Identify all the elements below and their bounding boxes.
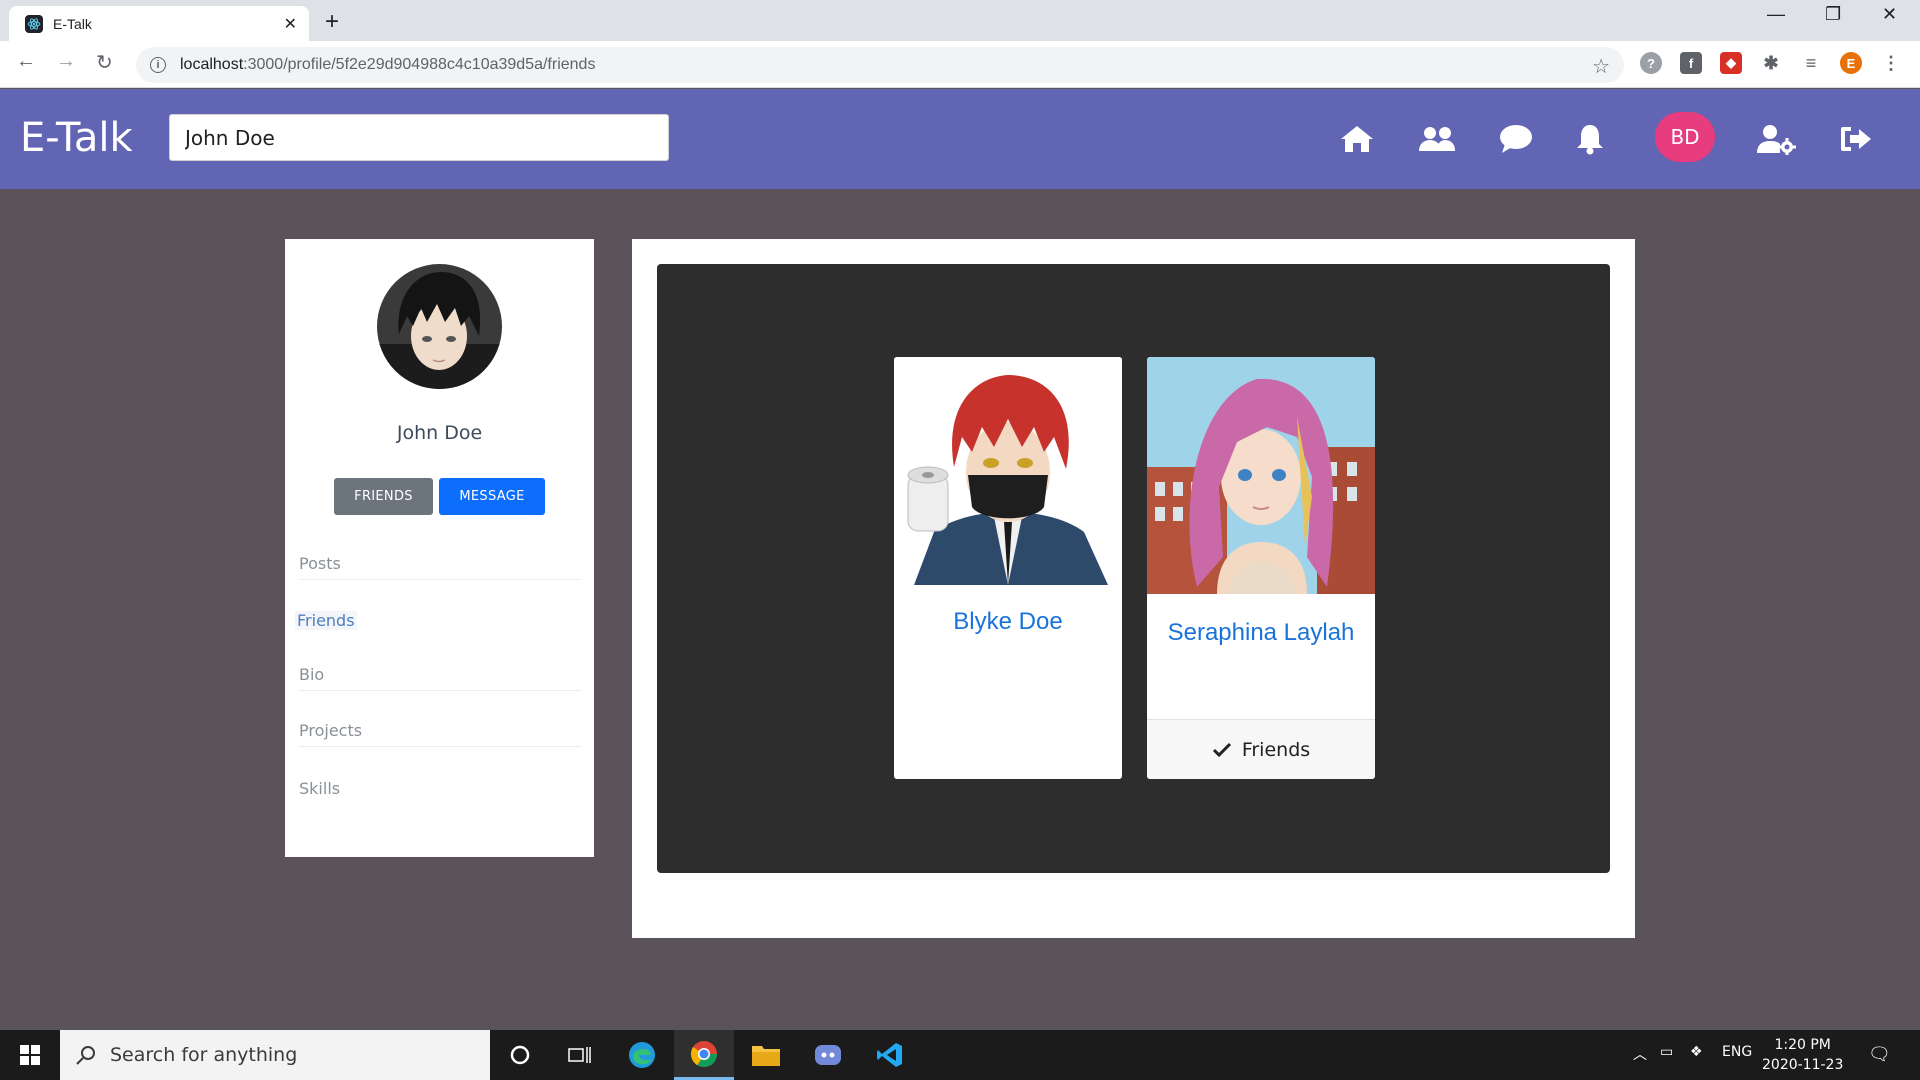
- taskbar-search[interactable]: Search for anything: [60, 1030, 490, 1080]
- window-close-icon[interactable]: ✕: [1882, 4, 1897, 25]
- extension-shield-icon[interactable]: ?: [1640, 52, 1662, 74]
- url-host: localhost: [180, 56, 244, 73]
- friend-avatar: [894, 357, 1122, 585]
- restore-icon[interactable]: ❐: [1825, 4, 1841, 25]
- task-view-icon[interactable]: [550, 1030, 610, 1080]
- react-favicon-icon: [25, 14, 43, 33]
- message-button[interactable]: MESSAGE: [439, 478, 545, 515]
- language-indicator[interactable]: ENG: [1722, 1044, 1752, 1060]
- battery-icon[interactable]: ▭: [1660, 1044, 1673, 1060]
- tab-close-icon[interactable]: ✕: [284, 14, 297, 34]
- browser-menu-icon[interactable]: ⋮: [1880, 52, 1902, 74]
- search-icon: [76, 1046, 95, 1065]
- bookmark-star-icon[interactable]: ☆: [1592, 54, 1610, 79]
- notifications-icon[interactable]: 🗨: [1868, 1044, 1891, 1065]
- sidebar-link-projects[interactable]: Projects: [299, 715, 581, 747]
- browser-profile-avatar[interactable]: E: [1840, 52, 1862, 74]
- friend-card[interactable]: Blyke Doe: [894, 357, 1122, 779]
- browser-tab-strip: E-Talk ✕ + — ❐ ✕: [0, 0, 1920, 41]
- checkmark-icon: [1212, 742, 1231, 757]
- taskbar-search-placeholder: Search for anything: [110, 1044, 298, 1066]
- file-explorer-icon[interactable]: [736, 1030, 796, 1080]
- back-icon[interactable]: ←: [16, 50, 36, 73]
- extensions-puzzle-icon[interactable]: ✱: [1760, 52, 1782, 74]
- extension-facebook-icon[interactable]: f: [1680, 52, 1702, 74]
- friend-avatar: [1147, 357, 1375, 594]
- friends-button[interactable]: FRIENDS: [334, 478, 433, 515]
- reload-icon[interactable]: ↻: [96, 50, 113, 75]
- app-header: E-Talk BD: [0, 89, 1920, 189]
- profile-name: John Doe: [396, 422, 483, 444]
- sidebar-link-friends[interactable]: Friends: [295, 604, 581, 636]
- user-avatar[interactable]: BD: [1655, 112, 1715, 162]
- friend-name[interactable]: Blyke Doe: [894, 607, 1122, 637]
- vscode-icon[interactable]: [860, 1030, 920, 1080]
- friends-icon[interactable]: [1417, 119, 1457, 159]
- discord-icon[interactable]: [798, 1030, 858, 1080]
- taskbar-clock[interactable]: 1:20 PM 2020-11-23: [1762, 1035, 1843, 1075]
- profile-sidebar: John Doe FRIENDS MESSAGE Posts Friends B…: [285, 239, 594, 857]
- friend-name[interactable]: Seraphina Laylah: [1147, 618, 1375, 648]
- brand-logo[interactable]: E-Talk: [20, 115, 133, 161]
- edge-icon[interactable]: [612, 1030, 672, 1080]
- cortana-icon[interactable]: [490, 1030, 550, 1080]
- home-icon[interactable]: [1337, 119, 1377, 159]
- tab-title: E-Talk: [53, 15, 92, 32]
- url-path: :3000/profile/5f2e29d904988c4c10a39d5a/f…: [243, 56, 596, 73]
- chrome-icon[interactable]: [674, 1030, 734, 1080]
- user-settings-icon[interactable]: [1756, 119, 1796, 159]
- main-content: Blyke Doe Seraphina Laylah Friends: [632, 239, 1635, 938]
- sidebar-link-bio[interactable]: Bio: [299, 659, 581, 691]
- windows-taskbar: Search for anything ︿ ▭ ❖ ENG 1:20 PM 20…: [0, 1030, 1920, 1080]
- search-input[interactable]: [169, 114, 669, 161]
- new-tab-icon[interactable]: +: [325, 8, 339, 36]
- profile-avatar: [377, 264, 502, 389]
- friend-status-label: Friends: [1241, 738, 1311, 761]
- tray-chevron-icon[interactable]: ︿: [1633, 1044, 1647, 1064]
- sidebar-link-skills[interactable]: Skills: [299, 772, 581, 804]
- browser-tab[interactable]: E-Talk ✕: [9, 6, 309, 41]
- media-controls-icon[interactable]: ≡: [1800, 52, 1822, 74]
- dropbox-icon[interactable]: ❖: [1690, 1044, 1703, 1060]
- bell-icon[interactable]: [1570, 119, 1610, 159]
- friend-card[interactable]: Seraphina Laylah Friends: [1147, 357, 1375, 779]
- clock-time: 1:20 PM: [1774, 1037, 1831, 1053]
- windows-start-icon[interactable]: [0, 1030, 60, 1080]
- minimize-icon[interactable]: —: [1767, 4, 1785, 25]
- address-bar[interactable]: i localhost:3000/profile/5f2e29d904988c4…: [136, 47, 1624, 83]
- clock-date: 2020-11-23: [1762, 1057, 1844, 1073]
- site-info-icon[interactable]: i: [150, 57, 166, 73]
- sidebar-link-posts[interactable]: Posts: [299, 548, 581, 580]
- logout-icon[interactable]: [1836, 119, 1876, 159]
- extension-red-icon[interactable]: ◆: [1720, 52, 1742, 74]
- friend-status-button[interactable]: Friends: [1147, 719, 1375, 779]
- friends-panel: Blyke Doe Seraphina Laylah Friends: [657, 264, 1610, 873]
- forward-icon[interactable]: →: [56, 50, 76, 73]
- chat-icon[interactable]: [1496, 119, 1536, 159]
